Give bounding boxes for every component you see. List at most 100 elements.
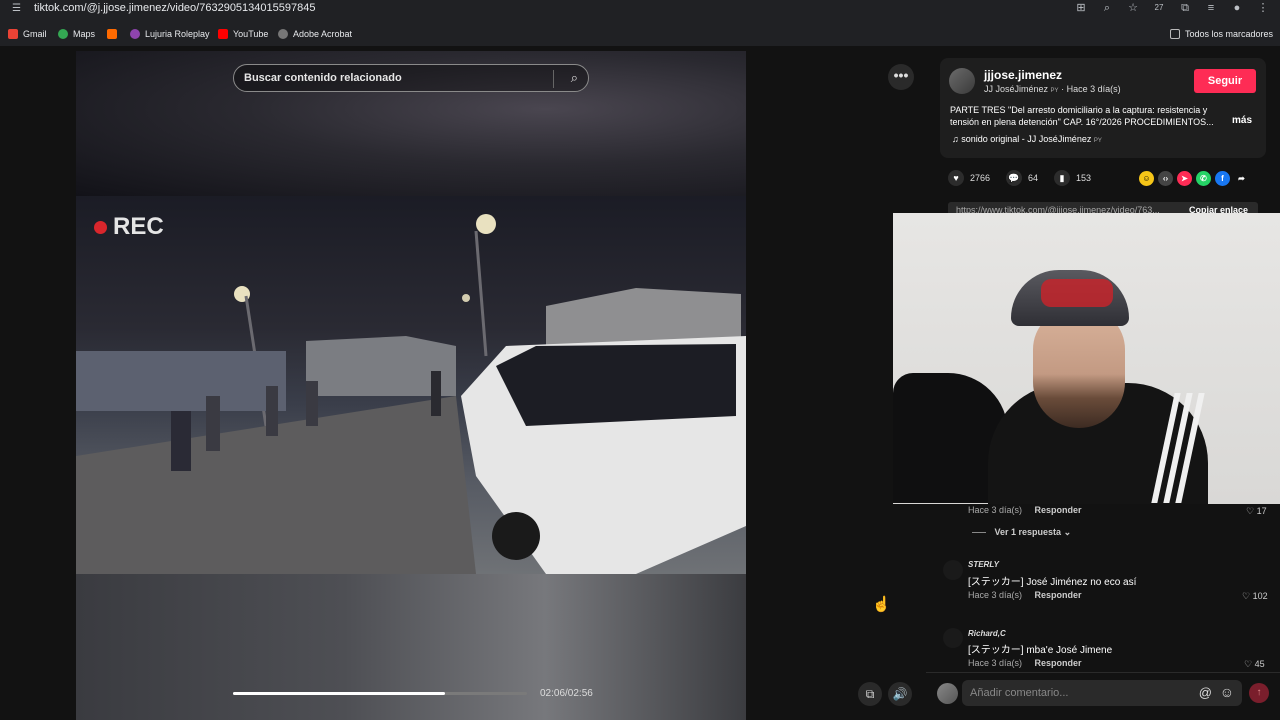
bookmark-adobe-acrobat[interactable]: Adobe Acrobat — [278, 29, 352, 39]
post-age: Hace 3 día(s) — [1066, 84, 1121, 94]
site-settings-icon[interactable]: ☰ — [12, 3, 24, 15]
translate-icon[interactable]: ⊞ — [1074, 1, 1088, 15]
bookmark-label: YouTube — [233, 29, 269, 39]
comment-icon[interactable]: 💬 — [1006, 170, 1022, 186]
bookmark-orange[interactable] — [107, 29, 117, 39]
all-bookmarks[interactable]: Todos los marcadores — [1170, 29, 1273, 39]
current-user-avatar — [937, 683, 958, 704]
friends-share-icon[interactable]: ☺ — [1139, 171, 1154, 186]
mention-icon[interactable]: @ — [1199, 685, 1212, 700]
more-description-link[interactable]: más — [1232, 115, 1252, 126]
comment-3-like[interactable]: ♡ 45 — [1244, 659, 1265, 670]
bookmark-site-icon — [107, 29, 117, 39]
video-progress-bar[interactable] — [233, 692, 527, 695]
bookmark-star-icon[interactable]: ☆ — [1126, 1, 1140, 15]
picture-in-picture-button[interactable]: ⧉ — [858, 682, 882, 706]
author-avatar[interactable] — [949, 68, 975, 94]
browser-toolbar-icons: ⊞ ⌕ ☆ 27 ⧉ ≡ ● ⋮ — [1074, 1, 1270, 15]
comment-3-author[interactable]: Richard,C — [968, 629, 1006, 638]
sound-link[interactable]: ♫ sonido original - JJ JoséJiménez PY — [952, 134, 1102, 144]
extensions-icon[interactable]: ⧉ — [1178, 1, 1192, 15]
like-stat[interactable]: ♥ 2766 — [948, 170, 990, 186]
related-search-placeholder: Buscar contenido relacionado — [244, 72, 402, 84]
composer-divider — [926, 672, 1280, 673]
comment-2-meta: Hace 3 día(s) Responder — [968, 590, 1082, 600]
view-replies-button[interactable]: Ver 1 respuesta ⌄ — [972, 527, 1072, 538]
extension-badge[interactable]: 27 — [1152, 1, 1166, 15]
cap-logo — [1041, 279, 1113, 307]
bookmark-icon[interactable]: ▮ — [1054, 170, 1070, 186]
url-text[interactable]: tiktok.com/@j.jjose.jimenez/video/763290… — [34, 2, 315, 14]
comment-like-count: 102 — [1252, 591, 1268, 601]
share-arrow-icon[interactable]: ➦ — [1234, 171, 1249, 186]
embed-icon[interactable]: ‹› — [1158, 171, 1173, 186]
bookmarks-bar: Gmail Maps Lujuria Roleplay YouTube Adob… — [0, 24, 1280, 46]
comment-2-author[interactable]: STERLY — [968, 560, 999, 569]
comment-2-text: [ステッカー] José Jiménez no eco así — [968, 577, 1137, 588]
mouse-cursor-icon: ☝ — [872, 596, 891, 613]
heart-outline-icon: ♡ — [1244, 659, 1253, 669]
profile-avatar-icon[interactable]: ● — [1230, 1, 1244, 15]
post-description: PARTE TRES "Del arresto domiciliario a l… — [950, 105, 1214, 127]
author-subline: JJ JoséJiménez PY · Hace 3 día(s) — [984, 84, 1121, 94]
comment-2-avatar[interactable] — [943, 560, 963, 580]
streamer-webcam-overlay — [893, 213, 1280, 504]
bookmark-maps[interactable]: Maps — [58, 29, 95, 39]
follow-button[interactable]: Seguir — [1194, 69, 1256, 93]
video-player[interactable]: REC — [76, 51, 746, 720]
rec-label: REC — [113, 213, 164, 240]
comment-2-like[interactable]: ♡ 102 — [1242, 591, 1268, 602]
chevron-down-icon: ⌄ — [1063, 527, 1072, 537]
comment-1-meta: Hace 3 día(s) Responder — [968, 505, 1082, 515]
reply-button[interactable]: Responder — [1035, 590, 1082, 600]
search-divider — [553, 70, 554, 88]
share-buttons: ☺ ‹› ➤ ✆ f ➦ — [1139, 171, 1249, 186]
reply-button[interactable]: Responder — [1035, 658, 1082, 668]
related-search-input[interactable]: Buscar contenido relacionado ⌕ — [233, 64, 589, 92]
facebook-icon[interactable]: f — [1215, 171, 1230, 186]
post-comment-button[interactable]: ↑ — [1249, 683, 1269, 703]
view-replies-label: Ver 1 respuesta — [994, 527, 1062, 537]
bookmark-label: Gmail — [23, 29, 47, 39]
bookmark-gmail[interactable]: Gmail — [8, 29, 47, 39]
save-stat[interactable]: ▮ 153 — [1054, 170, 1091, 186]
author-username[interactable]: jjjose.jimenez — [984, 68, 1062, 82]
whatsapp-icon[interactable]: ✆ — [1196, 171, 1211, 186]
more-options-button[interactable]: ••• — [888, 64, 914, 90]
maps-icon — [58, 29, 68, 39]
reply-button[interactable]: Responder — [1035, 505, 1082, 515]
bookmark-label: Lujuria Roleplay — [145, 29, 210, 39]
roleplay-icon — [130, 29, 140, 39]
heart-outline-icon: ♡ — [1242, 591, 1251, 601]
zoom-icon[interactable]: ⌕ — [1100, 1, 1114, 15]
comment-time: Hace 3 día(s) — [968, 505, 1023, 515]
reading-list-icon[interactable]: ≡ — [1204, 1, 1218, 15]
send-icon[interactable]: ➤ — [1177, 171, 1192, 186]
video-time: 02:06/02:56 — [540, 688, 593, 699]
comment-1-like[interactable]: ♡ 17 — [1246, 506, 1267, 517]
video-frame[interactable]: REC — [76, 196, 746, 574]
author-display-name[interactable]: JJ JoséJiménez — [984, 84, 1048, 94]
heart-icon[interactable]: ♥ — [948, 170, 964, 186]
author-flag: PY — [1050, 88, 1059, 94]
emoji-icon[interactable]: ☺ — [1220, 684, 1234, 700]
search-icon[interactable]: ⌕ — [571, 70, 578, 86]
comment-stat[interactable]: 💬 64 — [1006, 170, 1038, 186]
comment-3-text: [ステッカー] mba'e José Jimene — [968, 645, 1113, 656]
video-progress-fill — [233, 692, 445, 695]
comment-like-count: 45 — [1254, 659, 1265, 669]
browser-menu-icon[interactable]: ⋮ — [1256, 1, 1270, 15]
youtube-icon — [218, 29, 228, 39]
comment-time: Hace 3 día(s) — [968, 590, 1023, 600]
heart-outline-icon: ♡ — [1246, 506, 1255, 516]
comment-3-avatar[interactable] — [943, 628, 963, 648]
bookmark-youtube[interactable]: YouTube — [218, 29, 268, 39]
comment-placeholder: Añadir comentario... — [970, 687, 1069, 699]
browser-address-bar[interactable]: ☰ tiktok.com/@j.jjose.jimenez/video/7632… — [0, 0, 1280, 18]
bookmark-lujuria-roleplay[interactable]: Lujuria Roleplay — [130, 29, 210, 39]
comment-input[interactable]: Añadir comentario... @ ☺ — [962, 680, 1242, 706]
night-street-scene — [76, 214, 746, 574]
volume-button[interactable]: 🔊 — [888, 682, 912, 706]
sound-label: sonido original - JJ JoséJiménez — [961, 134, 1092, 144]
record-dot-icon — [94, 220, 107, 234]
